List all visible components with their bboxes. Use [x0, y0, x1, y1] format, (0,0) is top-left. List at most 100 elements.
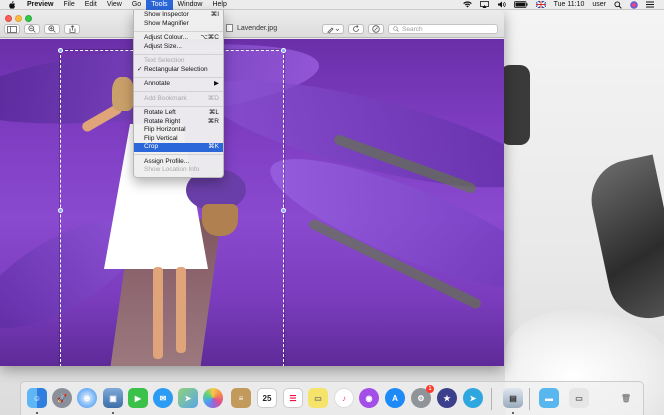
trash-icon[interactable]: 🗑 [616, 388, 636, 408]
zoom-in-icon [48, 25, 56, 33]
document-title-text: Lavender.jpg [237, 24, 278, 32]
menubar-clock[interactable]: Tue 11:10 [550, 0, 589, 10]
window-titlebar[interactable]: Lavender.jpg Search [0, 10, 504, 38]
sidebar-view-button[interactable] [4, 24, 20, 34]
submenu-arrow-icon: ▶ [214, 80, 219, 87]
music-icon[interactable]: ♪ [334, 388, 354, 408]
menu-item-assign-profile[interactable]: Assign Profile... [134, 158, 223, 167]
menu-separator [134, 30, 223, 32]
menu-item-rectangular-selection[interactable]: ✓ Rectangular Selection [134, 66, 223, 75]
zoom-out-icon [28, 25, 36, 33]
system-preferences-icon[interactable]: ⚙ 1 [411, 385, 434, 408]
menu-item-rotate-right[interactable]: Rotate Right ⌘R [134, 118, 223, 127]
menu-item-show-magnifier[interactable]: Show Magnifier [134, 20, 223, 29]
menu-go[interactable]: Go [127, 0, 146, 10]
pen-icon [327, 26, 339, 33]
markup-toolbar-button[interactable] [368, 24, 384, 34]
checkmark-icon: ✓ [137, 65, 143, 73]
menu-separator [134, 91, 223, 92]
menu-window[interactable]: Window [173, 0, 208, 10]
calendar-day: 25 [262, 393, 272, 403]
airplay-icon[interactable] [476, 0, 493, 10]
battery-icon[interactable] [510, 0, 532, 10]
zoom-out-button[interactable] [24, 24, 40, 34]
menu-item-adjust-colour[interactable]: Adjust Colour... ⌥⌘C [134, 34, 223, 43]
messages-icon[interactable]: ✉ [153, 388, 173, 408]
minimize-window-button[interactable] [15, 15, 22, 22]
stickies-icon[interactable]: ▭ [308, 388, 328, 408]
menu-item-add-bookmark: Add Bookmark ⌘D [144, 94, 219, 102]
apple-menu-icon[interactable] [8, 0, 16, 9]
zoom-window-button[interactable] [25, 15, 32, 22]
markup-icon [372, 25, 380, 33]
app-store-icon[interactable]: A [385, 388, 405, 408]
podcasts-icon[interactable]: ◉ [359, 388, 379, 408]
menu-file[interactable]: File [58, 0, 79, 10]
menu-item-show-location-info: Show Location Info [144, 166, 200, 173]
wallpaper-cat-ear [584, 154, 664, 326]
running-indicator [512, 412, 514, 414]
dock: ☺ 🚀 ⊕ ▣ ▶ ✉ ➤ ≡ 25 ☰ ▭ ♪ ◉ A ⚙ 1 ★ ➤ ▤ ▬ … [20, 381, 644, 415]
calendar-icon[interactable]: 25 [257, 388, 277, 408]
siri-icon[interactable] [626, 0, 642, 10]
menu-item-rotate-left[interactable]: Rotate Left ⌘L [134, 109, 223, 118]
maps-icon[interactable]: ➤ [178, 388, 198, 408]
dock-separator [491, 388, 492, 410]
telegram-icon[interactable]: ➤ [463, 388, 483, 408]
reminders-icon[interactable]: ☰ [283, 388, 303, 408]
menu-item-flip-horizontal[interactable]: Flip Horizontal [134, 126, 223, 135]
markup-pen-button[interactable] [322, 24, 344, 34]
search-icon [393, 26, 399, 32]
sidebar-icon [7, 25, 17, 33]
photo-viewer-icon[interactable]: ▣ [103, 388, 123, 408]
menu-view[interactable]: View [102, 0, 127, 10]
spotlight-icon[interactable] [610, 0, 626, 10]
menu-tools[interactable]: Tools [146, 0, 173, 10]
search-field[interactable]: Search [388, 24, 498, 34]
launchpad-icon[interactable]: 🚀 [52, 388, 72, 408]
wifi-icon[interactable] [459, 0, 476, 10]
notification-badge: 1 [426, 385, 434, 393]
preview-window: Lavender.jpg Search [0, 10, 504, 366]
rotate-button[interactable] [348, 24, 364, 34]
input-source-flag-icon[interactable] [532, 0, 550, 10]
menu-help[interactable]: Help [207, 0, 231, 10]
dock-separator [529, 388, 530, 410]
share-icon [69, 25, 75, 33]
menu-separator [134, 76, 223, 78]
rotate-icon [353, 25, 359, 32]
imovie-icon[interactable]: ★ [437, 388, 457, 408]
safari-icon[interactable]: ⊕ [77, 388, 97, 408]
menu-item-crop[interactable]: Crop ⌘K [134, 143, 223, 152]
facetime-icon[interactable]: ▶ [128, 388, 148, 408]
selection-handle[interactable] [281, 208, 286, 213]
close-window-button[interactable] [5, 15, 12, 22]
menu-item-flip-vertical[interactable]: Flip Vertical [134, 135, 223, 144]
menu-item-annotate[interactable]: Annotate ▶ [134, 80, 223, 89]
menu-item-adjust-size[interactable]: Adjust Size... [134, 43, 223, 52]
selection-handle[interactable] [58, 208, 63, 213]
notes-icon[interactable]: ≡ [231, 388, 251, 408]
recents-stack-icon[interactable]: ▭ [569, 388, 589, 408]
downloads-folder-icon[interactable]: ▬ [539, 388, 559, 408]
finder-icon[interactable]: ☺ [27, 388, 47, 408]
menu-separator [134, 154, 223, 155]
notification-center-icon[interactable] [642, 0, 658, 10]
tools-menu: Show Inspector ⌘I Show Magnifier Adjust C… [133, 10, 224, 178]
selection-handle[interactable] [58, 48, 63, 53]
selection-handle[interactable] [281, 48, 286, 53]
volume-icon[interactable] [493, 0, 510, 10]
photos-icon[interactable] [203, 388, 223, 408]
document-title: Lavender.jpg [226, 23, 277, 33]
menu-app-name[interactable]: Preview [22, 0, 58, 10]
menu-item-text-selection: Text Selection [144, 57, 185, 64]
preview-icon[interactable]: ▤ [503, 388, 523, 408]
menu-separator [134, 53, 223, 55]
menu-item-show-inspector[interactable]: Show Inspector ⌘I [134, 11, 223, 20]
menu-separator [134, 105, 223, 107]
menu-edit[interactable]: Edit [80, 0, 102, 10]
menubar-user[interactable]: user [588, 0, 610, 10]
zoom-in-button[interactable] [44, 24, 60, 34]
running-indicator [112, 412, 114, 414]
share-button[interactable] [64, 24, 80, 34]
